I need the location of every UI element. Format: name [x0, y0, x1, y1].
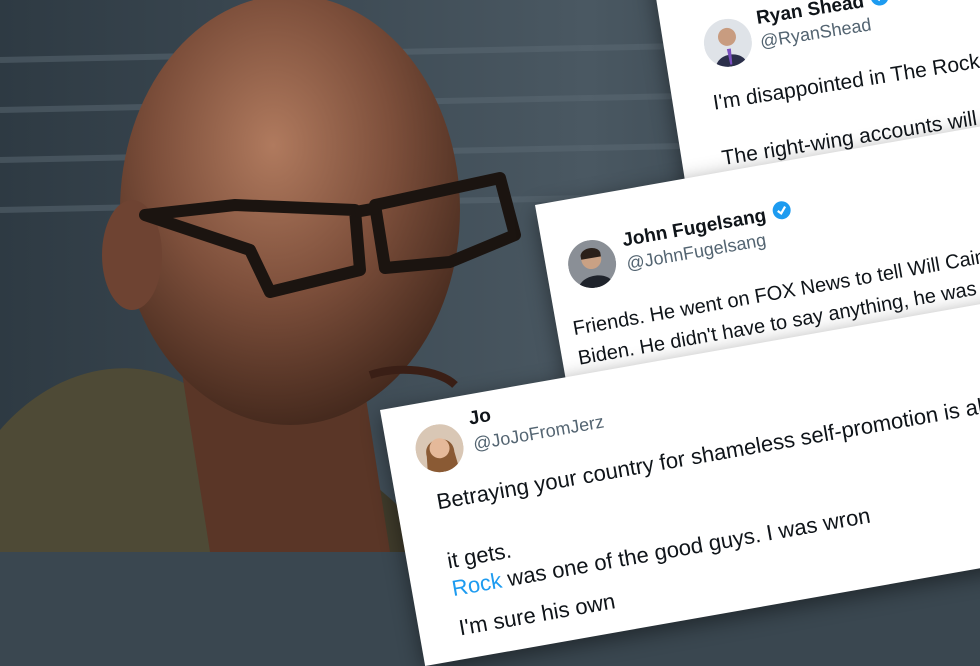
verified-badge-icon [770, 199, 794, 228]
avatar[interactable] [411, 420, 468, 477]
tweet-text-line: Rock was one of the good guys. I was wro… [449, 502, 873, 602]
avatar[interactable] [564, 236, 620, 292]
user-handle[interactable]: @JoJoFromJerz [472, 411, 606, 455]
tweet-text-line: Betraying your country for shameless sel… [434, 390, 980, 515]
verified-badge-icon [868, 0, 892, 14]
tweet-text-line: I'm disappointed in The Rock a [711, 47, 980, 115]
display-name[interactable]: Jo [467, 405, 493, 431]
avatar[interactable] [700, 15, 756, 71]
